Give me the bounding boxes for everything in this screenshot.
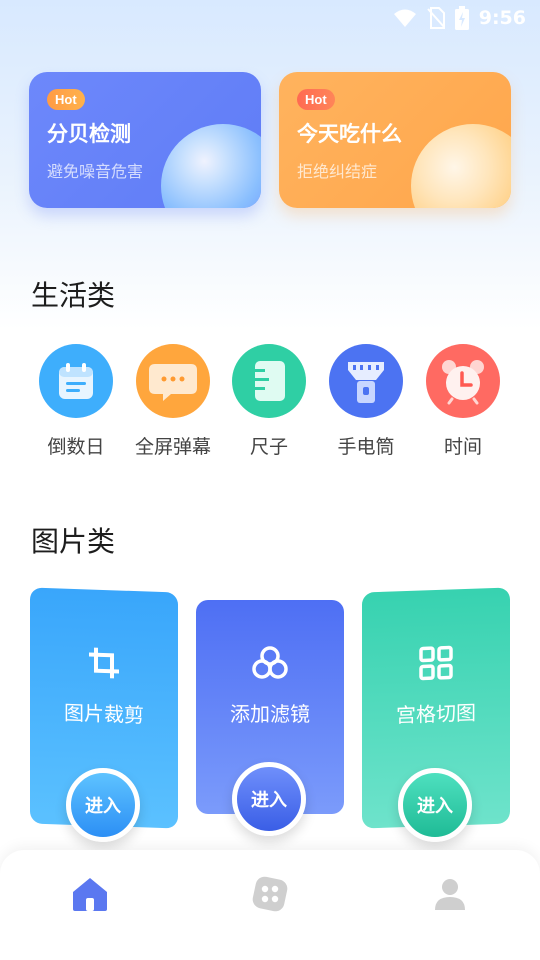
hot-card-subtitle: 拒绝纠结症: [297, 162, 378, 181]
bubble-decoration: [161, 124, 261, 208]
filter-icon: [252, 646, 288, 684]
tool-flashlight[interactable]: 手电筒: [317, 344, 415, 459]
tool-label: 倒数日: [47, 436, 105, 458]
hot-badge: Hot: [47, 89, 85, 110]
bottom-navigation: [0, 850, 540, 960]
chat-bubble-icon: [136, 344, 210, 418]
hot-card-subtitle: 避免噪音危害: [47, 162, 144, 181]
tool-ruler[interactable]: 尺子: [220, 344, 318, 459]
tool-fullscreen-danmaku[interactable]: 全屏弹幕: [124, 344, 222, 459]
card-label: 添加滤镜: [230, 702, 310, 726]
battery-charging-icon: [454, 6, 469, 30]
tool-countdown[interactable]: 倒数日: [27, 344, 125, 459]
nav-profile[interactable]: [428, 872, 472, 916]
status-time: 9:56: [478, 7, 526, 29]
section-title-image: 图片类: [31, 525, 116, 558]
hot-card-title: 分贝检测: [47, 122, 131, 146]
hot-badge: Hot: [297, 89, 335, 110]
tool-label: 时间: [443, 436, 482, 458]
alarm-clock-icon: [426, 344, 500, 418]
crop-icon: [87, 645, 121, 684]
enter-button-grid[interactable]: 进入: [398, 768, 472, 842]
grid-icon: [419, 645, 453, 684]
nav-home[interactable]: [68, 872, 112, 916]
profile-icon: [435, 879, 465, 910]
home-icon: [73, 878, 107, 911]
card-label: 图片裁剪: [64, 700, 144, 728]
nav-apps[interactable]: [248, 872, 292, 916]
flashlight-icon: [329, 344, 403, 418]
tool-label: 全屏弹幕: [134, 436, 211, 458]
tool-label: 尺子: [249, 436, 288, 458]
section-title-life: 生活类: [31, 279, 116, 312]
hot-card-what-to-eat[interactable]: Hot 今天吃什么 拒绝纠结症: [279, 72, 511, 208]
card-label: 宫格切图: [396, 700, 476, 728]
ruler-icon: [232, 344, 306, 418]
calendar-icon: [39, 344, 113, 418]
wifi-icon: [393, 8, 417, 28]
apps-icon: [252, 876, 288, 912]
enter-button-crop[interactable]: 进入: [66, 768, 140, 842]
hot-card-decibel[interactable]: Hot 分贝检测 避免噪音危害: [29, 72, 261, 208]
bubble-decoration: [411, 124, 511, 208]
hot-card-title: 今天吃什么: [297, 122, 402, 146]
status-bar: 9:56: [0, 0, 540, 36]
tool-time[interactable]: 时间: [414, 344, 512, 459]
tool-label: 手电筒: [337, 436, 395, 458]
enter-button-filter[interactable]: 进入: [232, 762, 306, 836]
no-sim-icon: [426, 7, 445, 29]
